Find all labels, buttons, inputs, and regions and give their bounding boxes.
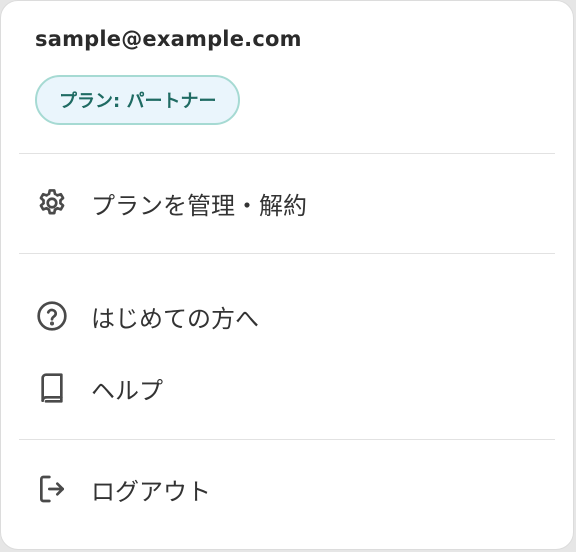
account-email: sample@example.com — [35, 27, 302, 51]
logout-label: ログアウト — [91, 477, 211, 506]
question-circle-icon — [35, 299, 69, 333]
divider — [19, 153, 555, 154]
divider — [19, 253, 555, 254]
gear-icon — [35, 186, 69, 220]
logout-icon — [35, 472, 69, 506]
book-icon — [35, 371, 69, 405]
plan-badge: プラン: パートナー — [35, 75, 241, 125]
divider — [19, 439, 555, 440]
account-dropdown-menu: sample@example.com プラン: パートナー プランを管理・解約 … — [0, 0, 574, 550]
getting-started-label: はじめての方へ — [91, 304, 259, 333]
help-menu-item[interactable]: ヘルプ — [19, 358, 555, 418]
help-label: ヘルプ — [91, 376, 163, 405]
manage-plan-label: プランを管理・解約 — [91, 191, 307, 220]
getting-started-menu-item[interactable]: はじめての方へ — [19, 286, 555, 346]
manage-plan-menu-item[interactable]: プランを管理・解約 — [19, 173, 555, 233]
logout-menu-item[interactable]: ログアウト — [19, 459, 555, 519]
